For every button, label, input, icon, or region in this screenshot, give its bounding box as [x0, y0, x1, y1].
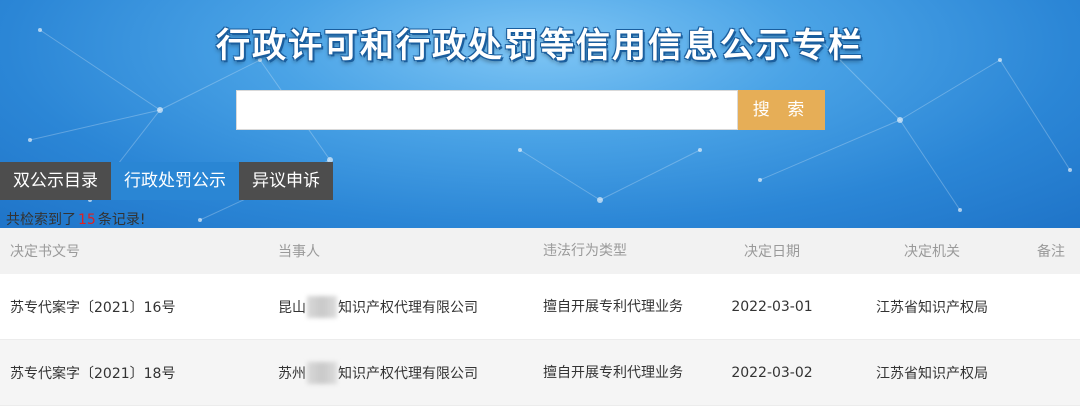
column-header-authority: 决定机关 — [904, 244, 960, 260]
redaction-mask — [307, 295, 337, 318]
party-name-prefix: 昆山 — [278, 299, 306, 316]
page-title: 行政许可和行政处罚等信用信息公示专栏 — [216, 26, 864, 66]
search-input[interactable] — [236, 90, 738, 130]
result-count: 共检索到了 15 条记录! — [6, 209, 145, 229]
cell-doc-no: 苏专代案字〔2021〕18号 — [10, 365, 176, 382]
result-count-suffix: 条记录! — [97, 212, 146, 228]
cell-violation: 擅自开展专利代理业务 — [543, 298, 683, 315]
cell-party: 苏州 知识产权代理有限公司 — [278, 361, 532, 384]
column-header-date: 决定日期 — [744, 244, 800, 260]
table-header: 决定书文号 当事人 违法行为类型 决定日期 决定机关 备注 — [0, 228, 1080, 274]
tab-administrative-penalty[interactable]: 行政处罚公示 — [111, 162, 239, 200]
cell-date: 2022-03-01 — [731, 298, 813, 315]
redaction-mask — [307, 361, 337, 384]
column-header-violation: 违法行为类型 — [543, 243, 627, 259]
cell-date: 2022-03-02 — [731, 364, 813, 381]
column-header-party: 当事人 — [278, 244, 320, 260]
cell-party: 昆山 知识产权代理有限公司 — [278, 295, 532, 318]
party-name-suffix: 知识产权代理有限公司 — [338, 299, 478, 316]
party-name-prefix: 苏州 — [278, 365, 306, 382]
result-count-number: 15 — [78, 212, 96, 228]
column-header-doc-no: 决定书文号 — [10, 244, 80, 260]
header-banner: 行政许可和行政处罚等信用信息公示专栏 搜 索 双公示目录 行政处罚公示 异议申诉 — [0, 0, 1080, 228]
table-row[interactable]: 苏专代案字〔2021〕16号 昆山 知识产权代理有限公司 擅自开展专利代理业务 2… — [0, 274, 1080, 340]
results-table: 决定书文号 当事人 违法行为类型 决定日期 决定机关 备注 苏专代案字〔2021… — [0, 228, 1080, 406]
cell-violation: 擅自开展专利代理业务 — [543, 364, 683, 381]
search-button[interactable]: 搜 索 — [738, 90, 825, 130]
cell-authority: 江苏省知识产权局 — [876, 365, 988, 382]
tab-dual-publicity-catalog[interactable]: 双公示目录 — [0, 162, 111, 200]
party-name-suffix: 知识产权代理有限公司 — [338, 365, 478, 382]
tab-objection-appeal[interactable]: 异议申诉 — [239, 162, 333, 200]
result-count-prefix: 共检索到了 — [6, 212, 76, 228]
column-header-note: 备注 — [1037, 244, 1065, 260]
tab-bar: 双公示目录 行政处罚公示 异议申诉 — [0, 162, 333, 200]
table-row[interactable]: 苏专代案字〔2021〕18号 苏州 知识产权代理有限公司 擅自开展专利代理业务 2… — [0, 340, 1080, 406]
cell-authority: 江苏省知识产权局 — [876, 299, 988, 316]
cell-doc-no: 苏专代案字〔2021〕16号 — [10, 299, 176, 316]
